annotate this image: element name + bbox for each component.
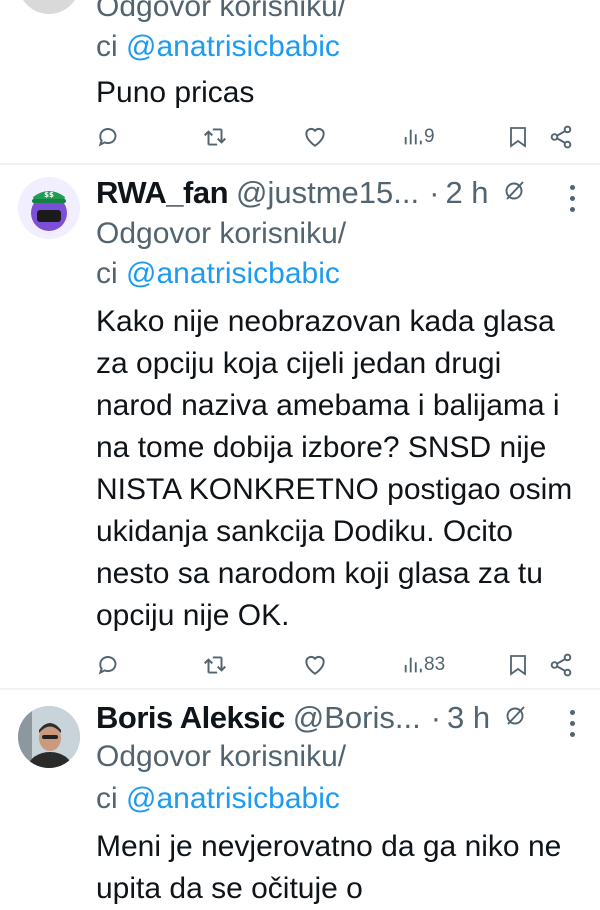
tweet[interactable]: Odgovor korisniku/ ci @anatrisicbabic Pu… bbox=[0, 0, 600, 163]
separator-dot: · bbox=[429, 175, 440, 210]
views-button[interactable]: 83 bbox=[402, 650, 445, 680]
mention-link[interactable]: @anatrisicbabic bbox=[126, 30, 340, 63]
bookmark-button[interactable] bbox=[506, 122, 530, 152]
reply-prefix: Odgovor korisniku/ bbox=[96, 740, 347, 773]
more-icon bbox=[570, 710, 575, 715]
bookmark-button[interactable] bbox=[506, 650, 530, 680]
avatar[interactable]: $$ bbox=[18, 177, 80, 239]
grok-icon bbox=[506, 705, 525, 725]
avatar-image bbox=[18, 706, 80, 768]
username[interactable]: @justme15... bbox=[236, 175, 419, 211]
like-icon bbox=[305, 127, 325, 147]
grok-button[interactable] bbox=[503, 178, 527, 209]
reply-icon bbox=[98, 128, 117, 147]
tweet-text: Kako nije neobrazovan kada glasa za opci… bbox=[96, 305, 573, 632]
timestamp[interactable]: 3 h bbox=[447, 700, 490, 736]
share-button[interactable] bbox=[548, 122, 574, 152]
more-button[interactable] bbox=[570, 185, 576, 218]
like-button[interactable] bbox=[302, 122, 328, 152]
tweet-header: RWA_fan @justme15... · 2 h bbox=[96, 173, 580, 213]
mention-link[interactable]: @anatrisicbabic bbox=[126, 257, 340, 290]
reply-context: ci @anatrisicbabic bbox=[96, 253, 340, 295]
mention-link[interactable]: @anatrisicbabic bbox=[126, 782, 340, 815]
bookmark-icon bbox=[510, 127, 526, 148]
share-button[interactable] bbox=[548, 650, 574, 680]
views-count: 9 bbox=[424, 126, 435, 147]
tweet[interactable]: Boris Aleksic @Boris... · 3 h Odgovor ko… bbox=[0, 690, 600, 905]
reply-context: Odgovor korisniku/ bbox=[96, 736, 346, 778]
reply-cc: ci bbox=[96, 782, 118, 815]
retweet-button[interactable] bbox=[202, 650, 228, 680]
avatar[interactable] bbox=[18, 0, 80, 14]
views-icon bbox=[404, 657, 422, 673]
more-icon bbox=[570, 185, 575, 190]
tweet-text: Puno pricas bbox=[96, 76, 255, 109]
reply-context: Odgovor korisniku/ bbox=[96, 0, 346, 28]
avatar-image: $$ bbox=[31, 191, 67, 231]
username[interactable]: @Boris... bbox=[293, 700, 421, 736]
share-icon bbox=[550, 653, 572, 677]
separator-dot: · bbox=[430, 700, 442, 735]
tweet-header: Boris Aleksic @Boris... · 3 h bbox=[96, 698, 580, 738]
reply-cc: ci bbox=[96, 257, 118, 290]
display-name[interactable]: Boris Aleksic bbox=[96, 700, 285, 736]
reply-prefix: Odgovor korisniku/ bbox=[96, 217, 347, 250]
reply-context: ci @anatrisicbabic bbox=[96, 778, 340, 820]
tweet[interactable]: $$ RWA_fan @justme15... · 2 h Odgovor ko… bbox=[0, 165, 600, 685]
retweet-icon bbox=[204, 656, 226, 674]
reply-button[interactable] bbox=[96, 650, 122, 680]
reply-prefix: Odgovor korisniku/ bbox=[96, 0, 347, 23]
action-bar: 9 bbox=[96, 122, 580, 152]
views-icon bbox=[404, 129, 422, 145]
svg-text:$$: $$ bbox=[44, 191, 54, 199]
reply-context: Odgovor korisniku/ bbox=[96, 213, 346, 255]
reply-context: ci @anatrisicbabic bbox=[96, 26, 340, 68]
reply-cc: ci bbox=[96, 30, 118, 63]
timestamp[interactable]: 2 h bbox=[445, 175, 488, 211]
share-icon bbox=[550, 125, 572, 149]
action-bar: 83 bbox=[96, 650, 580, 680]
more-button[interactable] bbox=[570, 710, 576, 743]
views-count: 83 bbox=[424, 654, 446, 675]
like-icon bbox=[305, 655, 325, 675]
like-button[interactable] bbox=[302, 650, 328, 680]
grok-icon bbox=[505, 180, 524, 200]
reply-icon bbox=[98, 656, 117, 675]
reply-button[interactable] bbox=[96, 122, 122, 152]
retweet-button[interactable] bbox=[202, 122, 228, 152]
tweet-text: Meni je nevjerovatno da ga niko ne upita… bbox=[96, 830, 562, 905]
display-name[interactable]: RWA_fan bbox=[96, 175, 229, 211]
views-button[interactable]: 9 bbox=[402, 122, 435, 152]
grok-button[interactable] bbox=[504, 703, 528, 734]
bookmark-icon bbox=[510, 655, 526, 676]
avatar[interactable] bbox=[18, 706, 80, 768]
retweet-icon bbox=[204, 128, 226, 146]
